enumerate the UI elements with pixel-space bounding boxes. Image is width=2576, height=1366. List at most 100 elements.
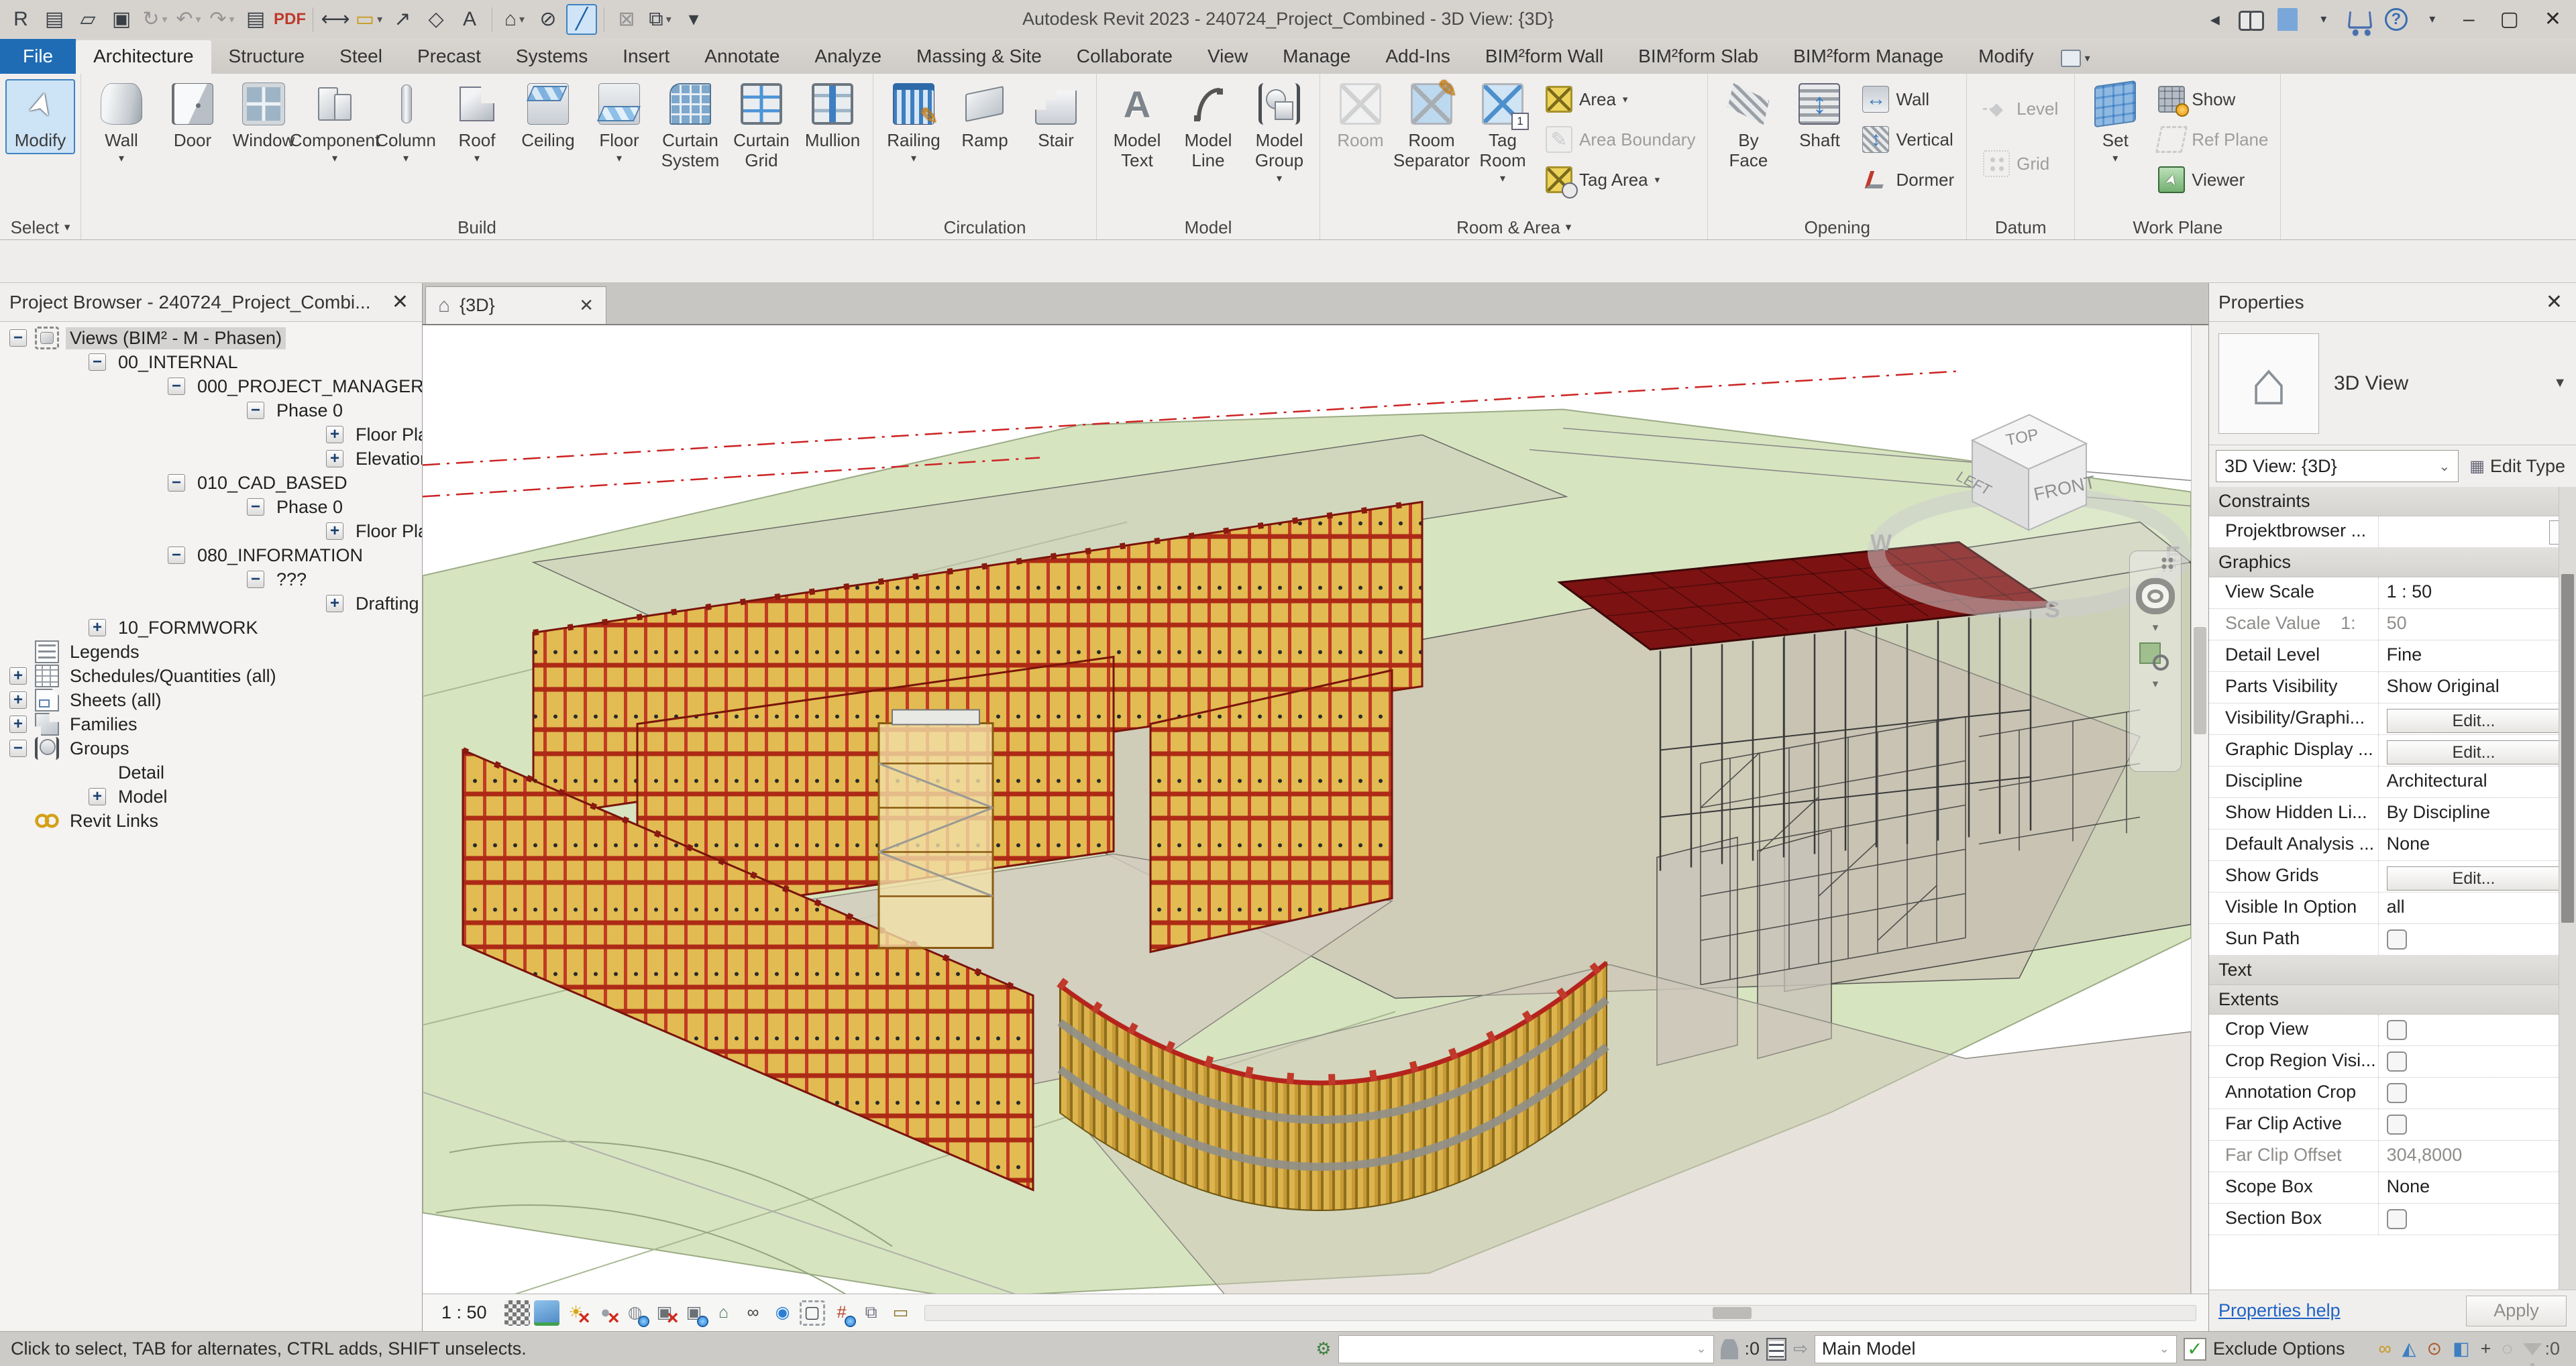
tree-item-080-information[interactable]: −080_INFORMATION <box>0 543 422 567</box>
expand-icon[interactable]: + <box>326 450 343 467</box>
checkbox[interactable] <box>2387 1051 2407 1072</box>
tab-massing-site[interactable]: Massing & Site <box>899 40 1059 74</box>
railing-button[interactable]: Railing▾ <box>879 79 949 169</box>
tree-item-drafting-views[interactable]: +Drafting Views <box>0 591 422 616</box>
select-pinned-icon[interactable]: ⊙ <box>2427 1340 2443 1358</box>
thin-lines-icon[interactable]: ╱ <box>566 4 597 35</box>
door-button[interactable]: Door <box>158 79 227 154</box>
dormer-button[interactable]: Dormer <box>1858 161 1958 198</box>
property-value[interactable] <box>2378 1109 2576 1140</box>
ui-toggle-icon[interactable]: ▤ <box>39 4 70 35</box>
properties-close-icon[interactable]: ✕ <box>2542 290 2567 314</box>
tree-item-000-project-manager[interactable]: −000_PROJECT_MANAGER <box>0 374 422 398</box>
collapse-icon[interactable]: − <box>247 498 264 516</box>
project-browser-close-icon[interactable]: ✕ <box>388 290 413 314</box>
show-button[interactable]: Show <box>2154 80 2272 118</box>
expand-icon[interactable]: + <box>326 595 343 612</box>
tab-bim-form-slab[interactable]: BIM²form Slab <box>1621 40 1776 74</box>
type-selector[interactable]: ⌂ 3D View ▼ <box>2209 322 2576 445</box>
expand-icon[interactable]: + <box>326 426 343 443</box>
collapse-icon[interactable]: − <box>9 740 27 757</box>
store-icon[interactable] <box>2347 5 2373 34</box>
properties-help-link[interactable]: Properties help <box>2218 1300 2341 1321</box>
visual-style-icon[interactable] <box>534 1300 559 1326</box>
edit-type-button[interactable]: ▦ Edit Type <box>2465 456 2569 477</box>
collapse-arrow-icon[interactable]: ◂ <box>2202 5 2229 34</box>
property-value[interactable]: 50 <box>2378 609 2576 640</box>
design-options-dropdown[interactable]: Main Model ⌄ <box>1815 1335 2177 1363</box>
tree-item-groups[interactable]: −Groups <box>0 736 422 760</box>
expand-icon[interactable]: + <box>89 619 106 636</box>
steering-wheel-icon[interactable] <box>2136 578 2175 614</box>
tab-annotate[interactable]: Annotate <box>687 40 797 74</box>
property-value[interactable]: 304,8000 <box>2378 1141 2576 1172</box>
panel-label[interactable]: Model <box>1097 215 1320 239</box>
temporary-hide-isolate-icon[interactable]: ◉ <box>770 1300 796 1326</box>
property-value[interactable] <box>2378 1015 2576 1045</box>
instance-selector[interactable]: 3D View: {3D} ⌄ <box>2216 450 2459 482</box>
help-menu-arrow-icon[interactable]: ▾ <box>2419 5 2446 34</box>
tree-item-families[interactable]: +Families <box>0 712 422 736</box>
curtain-system-button[interactable]: CurtainSystem <box>655 79 725 174</box>
tab-structure[interactable]: Structure <box>211 40 323 74</box>
tab-bim-form-manage[interactable]: BIM²form Manage <box>1776 40 1961 74</box>
tab-add-ins[interactable]: Add-Ins <box>1368 40 1468 74</box>
tree-item-10-formwork[interactable]: +10_FORMWORK <box>0 616 422 640</box>
property-value[interactable] <box>2378 924 2576 955</box>
render-dialog-icon[interactable]: ◍ <box>623 1300 648 1326</box>
expand-icon[interactable]: + <box>326 522 343 540</box>
tree-item--[interactable]: −??? <box>0 567 422 591</box>
curtain-grid-button[interactable]: CurtainGrid <box>727 79 796 174</box>
select-elements-by-face-icon[interactable]: ◧ <box>2453 1340 2470 1358</box>
edit-button[interactable]: Edit... <box>2387 866 2561 891</box>
show-crop-region-icon[interactable]: ▣ <box>682 1300 707 1326</box>
collapse-icon[interactable]: − <box>168 474 185 492</box>
aligned-dimension-icon[interactable]: ⟷ <box>320 4 351 35</box>
panel-label[interactable]: Datum <box>1967 215 2074 239</box>
expand-icon[interactable]: + <box>9 691 27 709</box>
panel-label[interactable]: Circulation <box>873 215 1096 239</box>
tab-systems[interactable]: Systems <box>498 40 605 74</box>
property-value[interactable] <box>2378 1046 2576 1077</box>
design-options-icon[interactable]: ⇨ <box>1793 1339 1808 1359</box>
properties-scrollbar[interactable] <box>2559 487 2576 1290</box>
mullion-button[interactable]: Mullion <box>798 79 867 154</box>
tab-collaborate[interactable]: Collaborate <box>1059 40 1190 74</box>
property-value[interactable]: Edit... <box>2378 861 2576 892</box>
zoom-menu-arrow-icon[interactable]: ▾ <box>2153 677 2159 691</box>
floor-button[interactable]: Floor▾ <box>584 79 654 169</box>
tree-item-revit-links[interactable]: Revit Links <box>0 809 422 833</box>
tag-by-category-icon[interactable]: ◇ <box>421 4 451 35</box>
property-value[interactable]: None <box>2378 1172 2576 1203</box>
exclude-options-checkbox[interactable]: ✓ <box>2184 1338 2206 1361</box>
tree-item-legends[interactable]: Legends <box>0 640 422 664</box>
worksets-dropdown[interactable]: ⌄ <box>1338 1335 1714 1363</box>
reveal-hidden-elements-icon[interactable]: ∞ <box>741 1300 766 1326</box>
set-button[interactable]: Set▾ <box>2080 79 2150 169</box>
model-line-button[interactable]: ModelLine <box>1173 79 1243 174</box>
tab-architecture[interactable]: Architecture <box>76 40 211 74</box>
tab-steel[interactable]: Steel <box>322 40 400 74</box>
temporary-view-properties-icon[interactable]: ▢ <box>800 1300 825 1326</box>
wall-button[interactable]: Wall <box>1858 80 1958 118</box>
tree-item-views-bim-m-phasen-[interactable]: −Views (BIM² - M - Phasen) <box>0 326 422 350</box>
property-value[interactable]: By Discipline <box>2378 798 2576 829</box>
property-value[interactable] <box>2378 516 2576 547</box>
tree-item-00-internal[interactable]: −00_INTERNAL <box>0 350 422 374</box>
shaft-button[interactable]: Shaft <box>1784 79 1854 154</box>
shadows-icon[interactable]: ● <box>593 1300 619 1326</box>
tree-item-phase-0[interactable]: −Phase 0 <box>0 495 422 519</box>
sun-path-icon[interactable]: ☀ <box>564 1300 589 1326</box>
column-button[interactable]: Column▾ <box>371 79 441 169</box>
search-icon[interactable] <box>2238 5 2265 34</box>
customize-qat-icon[interactable]: ▾ <box>678 4 709 35</box>
expand-icon[interactable]: + <box>9 667 27 685</box>
panel-label[interactable]: Select▾ <box>0 215 80 239</box>
tab-analyze[interactable]: Analyze <box>797 40 899 74</box>
room-separator-button[interactable]: RoomSeparator <box>1397 79 1466 174</box>
text-icon[interactable]: A <box>454 4 485 35</box>
by-face-button[interactable]: ByFace <box>1713 79 1783 174</box>
tab-modify[interactable]: Modify <box>1961 40 2051 74</box>
collapse-icon[interactable]: − <box>9 329 27 347</box>
property-value[interactable]: Edit... <box>2378 735 2576 766</box>
